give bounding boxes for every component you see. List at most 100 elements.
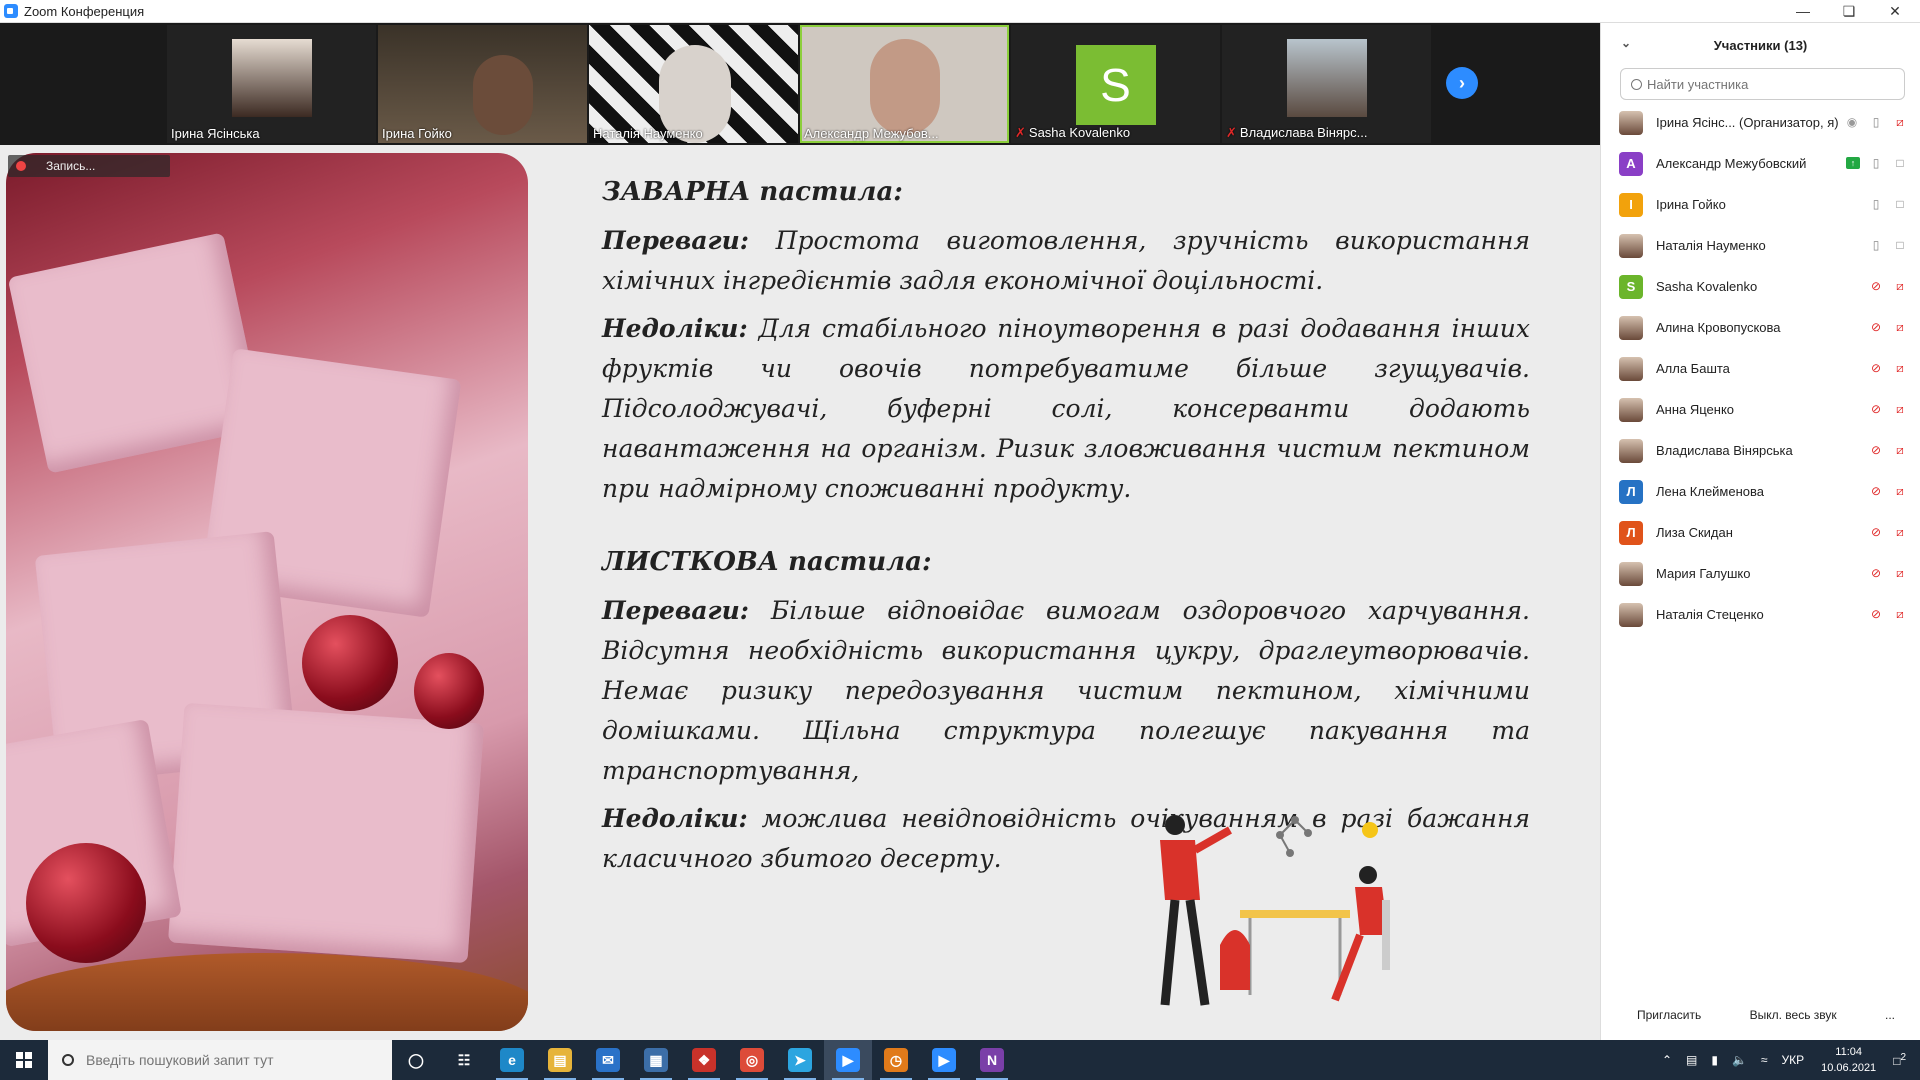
mic-muted-icon: ✗	[1226, 125, 1237, 140]
close-icon[interactable]: ✕	[1872, 0, 1918, 22]
camera-icon[interactable]: □	[1892, 155, 1908, 171]
network-icon[interactable]: ▤	[1686, 1053, 1697, 1067]
participant-search[interactable]	[1620, 68, 1905, 100]
participant-avatar	[1619, 315, 1643, 340]
zoom-meeting-icon[interactable]: ▶	[920, 1040, 968, 1080]
camera-off-icon[interactable]: ⧄	[1892, 442, 1908, 458]
language-indicator[interactable]: УКР	[1782, 1053, 1805, 1067]
microphone-icon[interactable]: ▯	[1868, 196, 1884, 212]
participant-status-icons: ⊘ ⧄	[1868, 606, 1908, 622]
store-icon[interactable]: ▦	[632, 1040, 680, 1080]
wooden-bowl	[6, 953, 528, 1031]
onenote-icon[interactable]: N	[968, 1040, 1016, 1080]
microphone-icon[interactable]: ▯	[1868, 155, 1884, 171]
participant-row[interactable]: Л Лена Клейменова ⊘ ⧄	[1601, 471, 1920, 512]
chevron-down-icon[interactable]: ⌄	[1621, 36, 1631, 50]
participant-avatar: Л	[1619, 479, 1643, 504]
camera-off-icon[interactable]: ⧄	[1892, 524, 1908, 540]
cortana-icon[interactable]: ◯	[392, 1040, 440, 1080]
recording-badge[interactable]: Запись...	[8, 155, 170, 177]
camera-off-icon[interactable]: ⧄	[1892, 606, 1908, 622]
video-tile[interactable]: Ірина Гойко	[378, 25, 587, 143]
notifications-icon[interactable]: □2	[1893, 1052, 1906, 1068]
participant-row[interactable]: Ірина Ясінс... (Организатор, я) ◉ ▯ ⧄	[1601, 102, 1920, 143]
tile-name-text: Sasha Kovalenko	[1028, 125, 1131, 140]
microphone-icon[interactable]: ▯	[1868, 237, 1884, 253]
participant-row[interactable]: Алла Башта ⊘ ⧄	[1601, 348, 1920, 389]
paragraph-label: Переваги:	[602, 226, 749, 255]
task-view-icon[interactable]: ☷	[440, 1040, 488, 1080]
volume-icon[interactable]: 🔈	[1732, 1053, 1747, 1067]
start-button[interactable]	[0, 1040, 48, 1080]
participant-status-icons: ▯ □	[1868, 237, 1908, 253]
microphone-muted-icon[interactable]: ⊘	[1868, 401, 1884, 417]
participant-row[interactable]: Алина Кровопускова ⊘ ⧄	[1601, 307, 1920, 348]
mute-all-button[interactable]: Выкл. весь звук	[1744, 1003, 1843, 1027]
battery-icon[interactable]: ▮	[1711, 1053, 1718, 1067]
participant-search-input[interactable]	[1647, 76, 1904, 92]
camera-off-icon[interactable]: ⧄	[1892, 319, 1908, 335]
paragraph-label: Переваги:	[602, 596, 749, 625]
taskbar-search-input[interactable]	[86, 1052, 386, 1068]
participant-row[interactable]: Анна Яценко ⊘ ⧄	[1601, 389, 1920, 430]
participant-letter-avatar: S	[1075, 45, 1156, 125]
participant-row[interactable]: Наталія Науменко ▯ □	[1601, 225, 1920, 266]
camera-icon[interactable]: □	[1892, 237, 1908, 253]
participant-name: Алина Кровопускова	[1656, 320, 1781, 335]
microphone-muted-icon[interactable]: ⊘	[1868, 606, 1884, 622]
microphone-muted-icon[interactable]: ⊘	[1868, 360, 1884, 376]
participant-row[interactable]: Наталія Стеценко ⊘ ⧄	[1601, 594, 1920, 635]
record-icon: ◉	[1846, 115, 1858, 129]
microphone-muted-icon[interactable]: ⊘	[1868, 483, 1884, 499]
participant-row[interactable]: S Sasha Kovalenko ⊘ ⧄	[1601, 266, 1920, 307]
participant-row[interactable]: Владислава Вінярська ⊘ ⧄	[1601, 430, 1920, 471]
microphone-muted-icon[interactable]: ⊘	[1868, 278, 1884, 294]
minimize-icon[interactable]: —	[1780, 0, 1826, 22]
participant-avatar	[1619, 561, 1643, 586]
camera-off-icon[interactable]: ⧄	[1892, 483, 1908, 499]
molecule-icon	[1276, 816, 1312, 857]
camera-off-icon[interactable]: ⧄	[1892, 401, 1908, 417]
camera-off-icon[interactable]: ⧄	[1892, 565, 1908, 581]
chevron-right-icon[interactable]: ›	[1446, 67, 1478, 99]
clock-app-icon[interactable]: ◷	[872, 1040, 920, 1080]
wifi-icon[interactable]: ≈	[1761, 1053, 1768, 1067]
participant-row[interactable]: Л Лиза Скидан ⊘ ⧄	[1601, 512, 1920, 553]
restore-icon[interactable]: ❏	[1826, 0, 1872, 22]
participant-row[interactable]: I Ірина Гойко ▯ □	[1601, 184, 1920, 225]
microphone-icon[interactable]: ▯	[1868, 114, 1884, 130]
tile-name: Ірина Ясінська	[171, 126, 260, 141]
clock[interactable]: 11:04 10.06.2021	[1821, 1044, 1876, 1076]
participant-avatar	[1619, 233, 1643, 258]
scientists-illustration	[1160, 815, 1390, 1006]
microphone-muted-icon[interactable]: ⊘	[1868, 524, 1884, 540]
video-tile[interactable]: Наталія Науменко	[589, 25, 798, 143]
video-tile[interactable]: Ірина Ясінська	[167, 25, 376, 143]
camera-off-icon[interactable]: ⧄	[1892, 114, 1908, 130]
edge-icon[interactable]: e	[488, 1040, 536, 1080]
microphone-muted-icon[interactable]: ⊘	[1868, 319, 1884, 335]
chrome-icon[interactable]: ◎	[728, 1040, 776, 1080]
mail-icon[interactable]: ✉	[584, 1040, 632, 1080]
camera-off-icon[interactable]: ⧄	[1892, 278, 1908, 294]
taskbar-search[interactable]	[48, 1040, 392, 1080]
camera-off-icon[interactable]: ⧄	[1892, 360, 1908, 376]
zoom-icon[interactable]: ▶	[824, 1040, 872, 1080]
camera-icon[interactable]: □	[1892, 196, 1908, 212]
file-explorer-icon[interactable]: ▤	[536, 1040, 584, 1080]
gift-icon[interactable]: ❖	[680, 1040, 728, 1080]
participant-row[interactable]: Мария Галушко ⊘ ⧄	[1601, 553, 1920, 594]
more-button[interactable]: ...	[1879, 1003, 1901, 1027]
chevron-up-icon[interactable]: ⌃	[1662, 1053, 1672, 1067]
video-tile-active[interactable]: Александр Межубов...	[800, 25, 1009, 143]
video-tile[interactable]: S ✗ Sasha Kovalenko	[1011, 25, 1220, 143]
invite-button[interactable]: Пригласить	[1631, 1003, 1707, 1027]
participant-name: Лена Клейменова	[1656, 484, 1764, 499]
microphone-muted-icon[interactable]: ⊘	[1868, 565, 1884, 581]
participant-name: Sasha Kovalenko	[1656, 279, 1758, 294]
video-tile[interactable]: ✗ Владислава Вінярс...	[1222, 25, 1431, 143]
participant-row[interactable]: A Александр Межубовский ↑ ▯ □	[1601, 143, 1920, 184]
microphone-muted-icon[interactable]: ⊘	[1868, 442, 1884, 458]
mail-icon-glyph: ✉	[596, 1048, 620, 1072]
telegram-icon[interactable]: ➤	[776, 1040, 824, 1080]
